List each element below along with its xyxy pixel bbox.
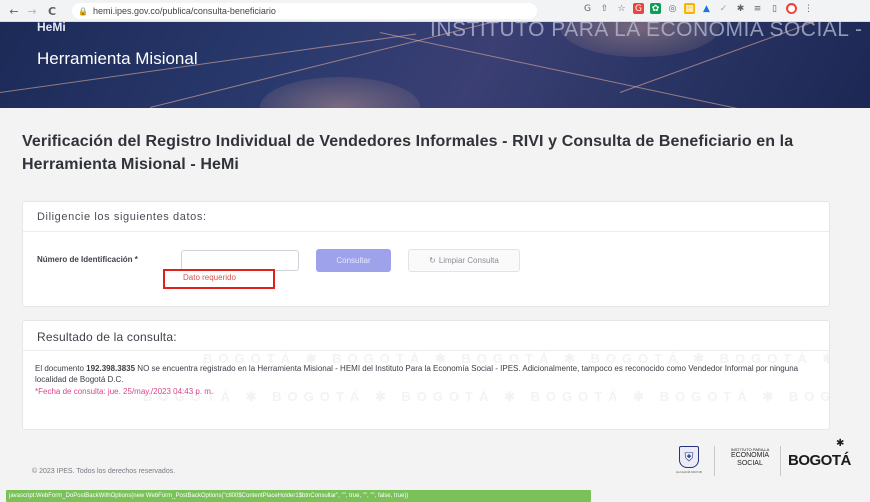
refresh-icon: ↻ xyxy=(429,256,436,265)
translate-icon[interactable]: G xyxy=(582,3,593,14)
extension-blue-icon[interactable]: ▲ xyxy=(701,3,712,14)
ipes-logo-mid: ECONOMÍA xyxy=(730,452,770,459)
id-number-label: Número de Identificación * xyxy=(37,255,138,264)
extension-green-icon[interactable]: ✿ xyxy=(650,3,661,14)
menu-icon[interactable]: ⋮ xyxy=(803,3,814,14)
clear-button[interactable]: ↻ Limpiar Consulta xyxy=(408,249,520,272)
browser-toolbar: ← → C 🔒 hemi.ipes.gov.co/publica/consult… xyxy=(0,0,870,22)
result-message: El documento 192.398.3835 NO se encuentr… xyxy=(35,363,825,385)
extension-check-icon[interactable]: ✓ xyxy=(718,3,729,14)
ipes-logo-bot: SOCIAL xyxy=(737,460,763,467)
hemi-logo: HeMi xyxy=(37,22,66,34)
copyright-text: © 2023 IPES. Todos los derechos reservad… xyxy=(32,468,176,475)
form-card-header: Diligencie los siguientes datos: xyxy=(23,202,829,232)
bogota-shield-logo: ⛨ xyxy=(679,446,699,468)
ipes-logo: INSTITUTO PARA LA ECONOMÍA SOCIAL xyxy=(725,447,775,468)
result-text-suffix: NO se encuentra registrado en la Herrami… xyxy=(35,364,799,384)
bookmark-star-icon[interactable]: ☆ xyxy=(616,3,627,14)
id-number-input[interactable] xyxy=(181,250,299,271)
app-name: Herramienta Misional xyxy=(37,49,198,68)
document-number: 192.398.3835 xyxy=(86,364,136,373)
institution-watermark: INSTITUTO PARA LA ECONOMÍA SOCIAL - IPES xyxy=(430,22,870,41)
profile-avatar[interactable]: ● xyxy=(786,3,797,14)
bogota-star-icon: ✱ xyxy=(836,438,845,449)
back-icon[interactable]: ← xyxy=(6,3,22,19)
share-icon[interactable]: ⇧ xyxy=(599,3,610,14)
forward-icon[interactable]: → xyxy=(24,3,40,19)
main-content: Verificación del Registro Individual de … xyxy=(0,108,870,502)
extension-red-icon[interactable]: G xyxy=(633,3,644,14)
result-header-text: Resultado de la consulta: xyxy=(37,330,177,344)
result-text-prefix: El documento xyxy=(35,364,87,373)
extension-icons: G ⇧ ☆ G ✿ ◎ ▦ ▲ ✓ ✱ ≡ ▯ ● ⋮ xyxy=(582,3,814,14)
extension-yellow-icon[interactable]: ▦ xyxy=(684,3,695,14)
lock-icon: 🔒 xyxy=(78,6,88,16)
clear-button-label: Limpiar Consulta xyxy=(438,256,499,265)
form-header-text: Diligencie los siguientes datos: xyxy=(37,211,207,223)
extension-circle-icon[interactable]: ◎ xyxy=(667,3,678,14)
error-highlight-box xyxy=(163,269,275,289)
watermark-pattern: BOGOTÁ ✱ BOGOTÁ ✱ BOGOTÁ ✱ BOGOTÁ ✱ BOGO… xyxy=(143,389,829,404)
banner-glow xyxy=(260,77,420,108)
sidebar-icon[interactable]: ▯ xyxy=(769,3,780,14)
reading-list-icon[interactable]: ≡ xyxy=(752,3,763,14)
url-text: hemi.ipes.gov.co/publica/consulta-benefi… xyxy=(92,6,276,16)
status-bar-link-preview: javascript:WebForm_DoPostBackWithOptions… xyxy=(6,490,591,502)
bogota-logo: BOGOTÁ xyxy=(788,452,851,469)
query-date: *Fecha de consulta: jue. 25/may./2023 04… xyxy=(35,387,214,396)
reload-icon[interactable]: C xyxy=(44,3,60,19)
consult-button[interactable]: Consultar xyxy=(316,249,391,272)
result-card: BOGOTÁ ✱ BOGOTÁ ✱ BOGOTÁ ✱ BOGOTÁ ✱ BOGO… xyxy=(22,320,830,430)
search-form-card: Diligencie los siguientes datos: Número … xyxy=(22,201,830,307)
result-card-header: Resultado de la consulta: xyxy=(23,321,829,351)
logo-divider xyxy=(714,446,715,476)
alcaldia-caption: ALCALDÍA MAYOR xyxy=(676,470,702,474)
extensions-puzzle-icon[interactable]: ✱ xyxy=(735,3,746,14)
address-bar[interactable]: 🔒 hemi.ipes.gov.co/publica/consulta-bene… xyxy=(72,3,537,19)
logo-divider xyxy=(780,446,781,476)
page-title: Verificación del Registro Individual de … xyxy=(22,133,794,173)
hero-banner: HeMi Herramienta Misional INSTITUTO PARA… xyxy=(0,22,870,108)
